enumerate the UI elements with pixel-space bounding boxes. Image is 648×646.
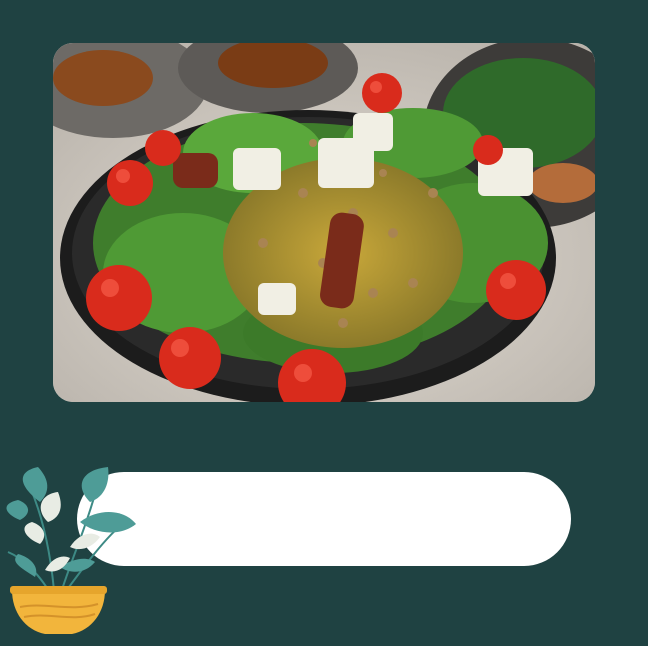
caption-box — [77, 472, 571, 566]
potted-plant-icon — [0, 462, 145, 646]
salad-bowl-image — [53, 43, 595, 402]
salad-photo — [53, 43, 595, 402]
